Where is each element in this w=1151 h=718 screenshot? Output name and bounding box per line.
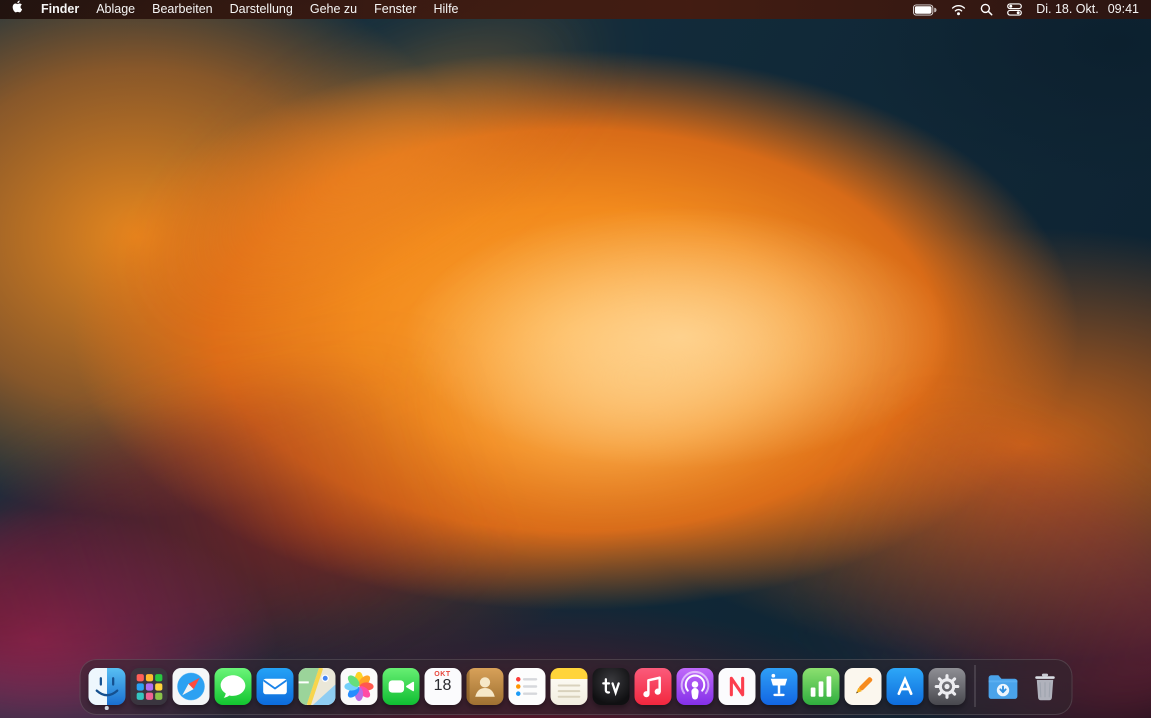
dock-shortcuts <box>984 668 1063 705</box>
numbers-icon <box>802 667 839 705</box>
dock-app-music[interactable] <box>634 667 671 705</box>
reminders-icon <box>508 667 545 705</box>
macos-desktop: Finder Ablage Bearbeiten Darstellung Gehe z… <box>0 0 1151 718</box>
trash-icon <box>1026 668 1063 705</box>
facetime-icon <box>382 667 419 705</box>
clock-date: Di. 18. Okt. <box>1036 2 1099 16</box>
calendar-icon: OKT 18 <box>424 667 461 705</box>
control-center-icon[interactable] <box>1007 3 1023 16</box>
dock: OKT 18 <box>79 659 1072 715</box>
dock-app-maps[interactable] <box>298 667 335 705</box>
dock-app-photos[interactable] <box>340 667 377 705</box>
news-icon <box>718 667 755 705</box>
launchpad-icon <box>130 667 167 705</box>
contacts-icon <box>466 667 503 705</box>
dock-app-safari[interactable] <box>172 667 209 705</box>
dock-shortcut-downloads[interactable] <box>984 668 1021 705</box>
apple-logo-icon <box>12 0 24 20</box>
dock-app-mail[interactable] <box>256 667 293 705</box>
messages-icon <box>214 667 251 705</box>
menu-bar-clock[interactable]: Di. 18. Okt. 09:41 <box>1036 0 1139 19</box>
settings-icon <box>928 667 965 705</box>
apple-menu[interactable] <box>12 0 24 20</box>
photos-icon <box>340 667 377 705</box>
maps-icon <box>298 667 335 705</box>
menu-items: Ablage Bearbeiten Darstellung Gehe zu Fenste… <box>96 0 458 19</box>
dock-app-settings[interactable] <box>928 667 965 705</box>
desktop-wallpaper[interactable] <box>0 0 1151 718</box>
dock-app-appstore[interactable] <box>886 667 923 705</box>
wifi-icon[interactable] <box>951 4 966 16</box>
dock-app-pages[interactable] <box>844 667 881 705</box>
dock-app-finder[interactable] <box>88 667 125 710</box>
keynote-icon <box>760 667 797 705</box>
dock-app-launchpad[interactable] <box>130 667 167 705</box>
clock-time: 09:41 <box>1107 2 1139 16</box>
dock-app-calendar[interactable]: OKT 18 <box>424 667 461 705</box>
pages-icon <box>844 667 881 705</box>
dock-app-reminders[interactable] <box>508 667 545 705</box>
safari-icon <box>172 667 209 705</box>
menu-bar: Finder Ablage Bearbeiten Darstellung Gehe z… <box>0 0 1151 19</box>
spotlight-search-icon[interactable] <box>980 3 993 16</box>
menu-ablage[interactable]: Ablage <box>96 0 135 19</box>
menu-hilfe[interactable]: Hilfe <box>434 0 459 19</box>
dock-app-numbers[interactable] <box>802 667 839 705</box>
menu-darstellung[interactable]: Darstellung <box>230 0 293 19</box>
mail-icon <box>256 667 293 705</box>
dock-app-facetime[interactable] <box>382 667 419 705</box>
menu-active-app[interactable]: Finder <box>41 0 79 19</box>
dock-app-messages[interactable] <box>214 667 251 705</box>
downloads-icon <box>984 668 1021 705</box>
menu-gehe-zu[interactable]: Gehe zu <box>310 0 357 19</box>
dock-app-notes[interactable] <box>550 667 587 705</box>
dock-app-podcasts[interactable] <box>676 667 713 705</box>
tv-icon <box>592 667 629 705</box>
dock-app-keynote[interactable] <box>760 667 797 705</box>
menu-bearbeiten[interactable]: Bearbeiten <box>152 0 212 19</box>
music-icon <box>634 667 671 705</box>
menu-bar-status: Di. 18. Okt. 09:41 <box>913 0 1139 19</box>
menu-fenster[interactable]: Fenster <box>374 0 416 19</box>
dock-apps: OKT 18 <box>88 667 965 710</box>
dock-shortcut-trash[interactable] <box>1026 668 1063 705</box>
notes-icon <box>550 667 587 705</box>
dock-app-news[interactable] <box>718 667 755 705</box>
podcasts-icon <box>676 667 713 705</box>
dock-app-contacts[interactable] <box>466 667 503 705</box>
running-indicator <box>104 706 109 710</box>
battery-icon[interactable] <box>913 3 937 16</box>
dock-divider <box>974 665 975 707</box>
finder-icon <box>88 667 125 705</box>
dock-app-tv[interactable] <box>592 667 629 705</box>
appstore-icon <box>886 667 923 705</box>
